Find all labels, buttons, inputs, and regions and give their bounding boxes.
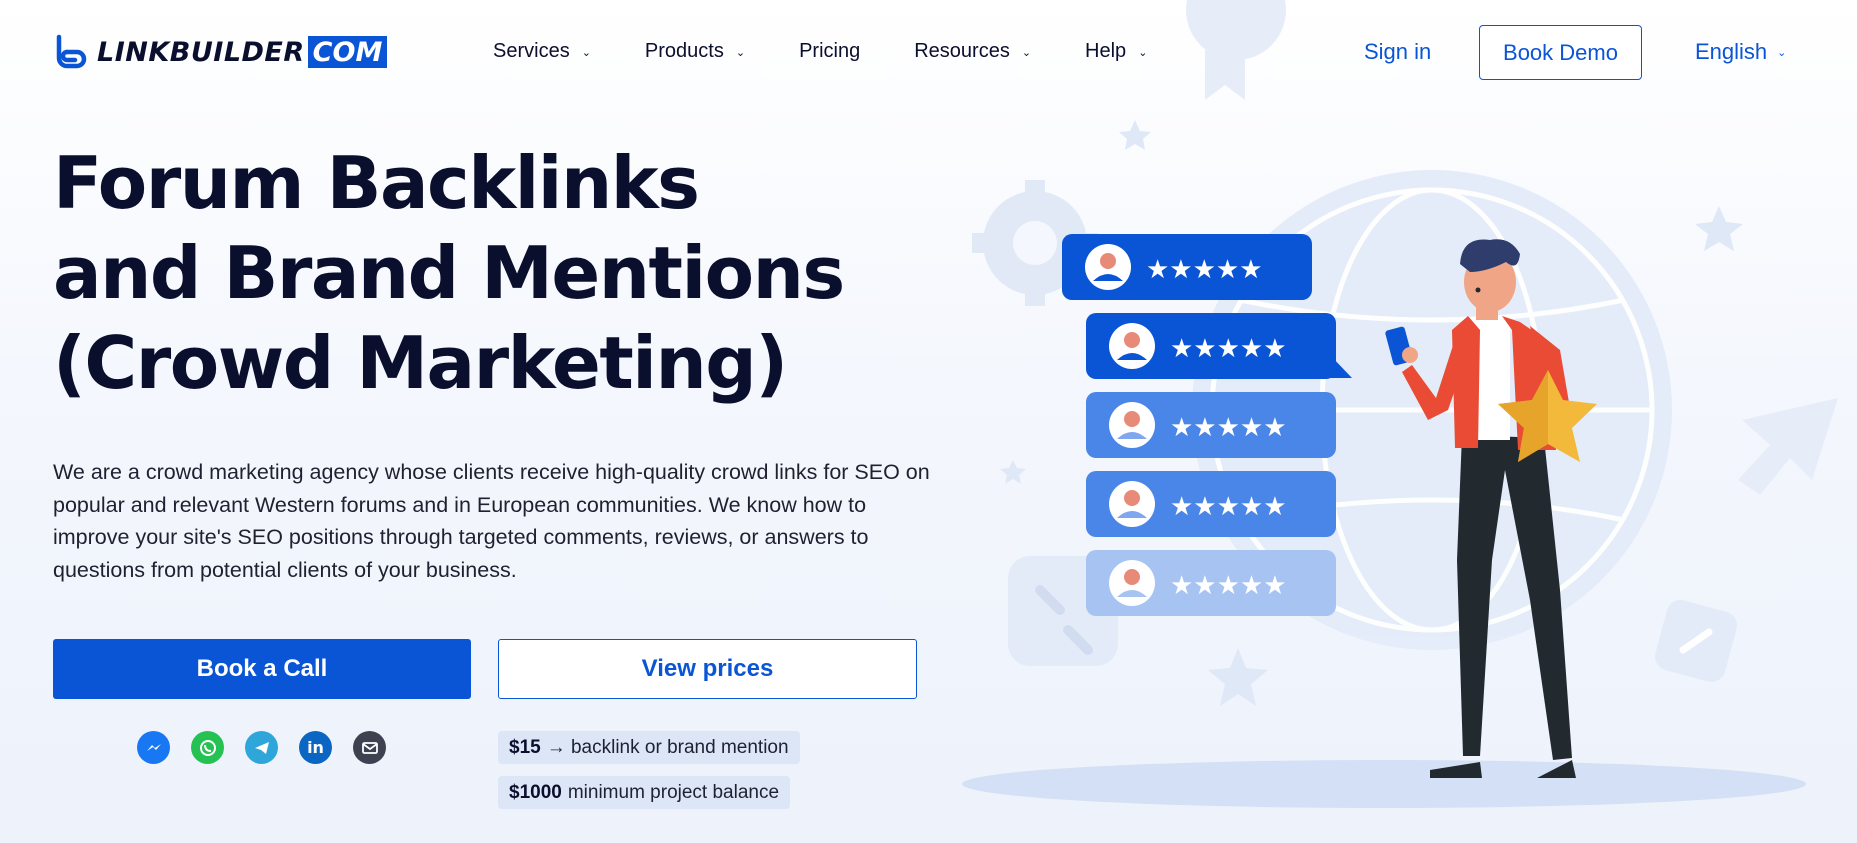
link-logo-icon	[56, 34, 87, 69]
messenger-icon[interactable]	[137, 731, 170, 764]
logo-suffix: COM	[307, 36, 388, 68]
nav-label: Services	[493, 40, 570, 62]
price-amount: $15	[509, 736, 541, 758]
star-rating: ★★★★★	[1170, 571, 1287, 601]
nav-products[interactable]: Products ⌄	[645, 40, 745, 63]
whatsapp-icon[interactable]	[191, 731, 224, 764]
star-rating: ★★★★★	[1170, 492, 1287, 522]
star-rating: ★★★★★	[1146, 255, 1263, 285]
book-call-button[interactable]: Book a Call	[53, 639, 471, 699]
price-text: → backlink or brand mention	[546, 736, 789, 758]
view-prices-button[interactable]: View prices	[498, 639, 917, 699]
title-line: and Brand Mentions	[53, 231, 845, 315]
medal-icon	[1186, 0, 1286, 100]
link-tile-icon	[1655, 600, 1737, 682]
title-line: Forum Backlinks	[53, 141, 700, 225]
review-card: ★★★★★	[1086, 313, 1352, 379]
review-card: ★★★★★	[1086, 392, 1336, 458]
logo-text: LINKBUILDER	[97, 36, 305, 68]
price-text: minimum project balance	[567, 781, 780, 803]
review-card: ★★★★★	[1062, 234, 1312, 300]
review-card: ★★★★★	[1086, 550, 1336, 616]
linkedin-icon[interactable]: in	[299, 731, 332, 764]
nav-services[interactable]: Services ⌄	[493, 40, 591, 63]
arrow-cursor-icon	[1738, 398, 1838, 495]
hero-illustration: ★★★★★ ★★★★★ ★★★★★ ★★★★★ ★★★★★	[962, 0, 1838, 808]
star-rating: ★★★★★	[1170, 334, 1287, 364]
nav-pricing[interactable]: Pricing	[799, 40, 860, 63]
title-line: (Crowd Marketing)	[53, 321, 788, 405]
social-links: in	[137, 731, 407, 764]
svg-text:★★★★★: ★★★★★	[1146, 255, 1263, 285]
price-amount: $1000	[509, 781, 562, 803]
chevron-down-icon: ⌄	[735, 47, 746, 59]
telegram-icon[interactable]	[245, 731, 278, 764]
email-icon[interactable]	[353, 731, 386, 764]
price-tag-backlink: $15 → backlink or brand mention	[498, 731, 800, 764]
ground-shadow	[962, 760, 1806, 808]
review-card: ★★★★★	[1086, 471, 1336, 537]
nav-label: Pricing	[799, 40, 861, 62]
chevron-down-icon: ⌄	[581, 47, 591, 59]
star-rating: ★★★★★	[1170, 413, 1287, 443]
logo[interactable]: LINKBUILDER COM	[53, 34, 388, 70]
price-tag-minimum: $1000 minimum project balance	[498, 776, 791, 809]
nav-label: Products	[644, 40, 724, 62]
page-title: Forum Backlinks and Brand Mentions (Crow…	[53, 138, 845, 408]
hero-description: We are a crowd marketing agency whose cl…	[53, 460, 930, 582]
